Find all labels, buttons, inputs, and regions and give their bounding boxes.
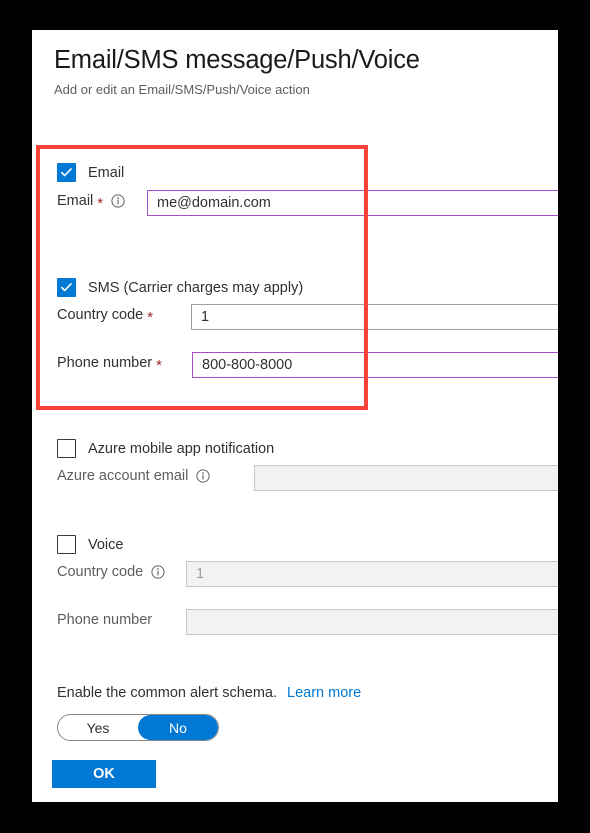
sms-checkbox-label: SMS (Carrier charges may apply)	[88, 279, 304, 296]
email-input-value: me@domain.com	[157, 194, 271, 211]
voice-country-code-label-row: Country code	[57, 564, 165, 580]
action-blade-panel: Email/SMS message/Push/Voice Add or edit…	[32, 30, 558, 802]
info-icon[interactable]	[111, 194, 125, 208]
sms-country-code-label: Country code *	[57, 307, 154, 326]
sms-country-code-label-row: Country code *	[57, 307, 154, 326]
sms-checkbox[interactable]	[57, 278, 76, 297]
sms-phone-label: Phone number *	[57, 355, 162, 374]
screenshot-root: Email/SMS message/Push/Voice Add or edit…	[0, 0, 590, 833]
voice-country-code-input: 1	[186, 561, 558, 587]
azure-account-email-label: Azure account email	[57, 468, 210, 484]
ok-button[interactable]: OK	[52, 760, 156, 788]
voice-phone-input	[186, 609, 558, 635]
azure-account-email-label-row: Azure account email	[57, 468, 210, 484]
email-required-marker: *	[97, 194, 104, 212]
voice-phone-label-row: Phone number	[57, 612, 152, 628]
info-icon[interactable]	[196, 469, 210, 483]
sms-checkbox-row[interactable]: SMS (Carrier charges may apply)	[57, 278, 303, 297]
email-checkbox-label: Email	[88, 164, 125, 181]
toggle-option-no[interactable]: No	[138, 715, 218, 740]
learn-more-link[interactable]: Learn more	[287, 685, 361, 701]
action-form: Email Email * me@domain.com SMS (Carrier…	[32, 30, 558, 802]
email-field-label: Email *	[57, 193, 125, 212]
azure-account-email-label-text: Azure account email	[57, 468, 189, 484]
email-checkbox[interactable]	[57, 163, 76, 182]
voice-country-code-label-text: Country code	[57, 564, 144, 580]
azure-account-email-input	[254, 465, 558, 491]
voice-checkbox-row[interactable]: Voice	[57, 535, 123, 554]
push-checkbox-label: Azure mobile app notification	[88, 440, 275, 457]
push-checkbox-row[interactable]: Azure mobile app notification	[57, 439, 274, 458]
sms-phone-input[interactable]: 800-800-8000	[192, 352, 558, 378]
voice-phone-label: Phone number	[57, 612, 153, 628]
sms-phone-label-row: Phone number *	[57, 355, 162, 374]
email-field-label-row: Email *	[57, 193, 125, 212]
common-alert-schema-text: Enable the common alert schema.	[57, 685, 278, 701]
email-field-label-text: Email	[57, 193, 94, 209]
sms-phone-required-marker: *	[156, 356, 162, 374]
sms-phone-value: 800-800-8000	[202, 356, 293, 373]
voice-checkbox[interactable]	[57, 535, 76, 554]
voice-checkbox-label: Voice	[88, 536, 124, 553]
sms-phone-label-text: Phone number	[57, 355, 153, 371]
sms-country-code-required-marker: *	[147, 308, 154, 326]
common-alert-schema-toggle[interactable]: Yes No	[57, 714, 219, 741]
email-checkbox-row[interactable]: Email	[57, 163, 124, 182]
email-input[interactable]: me@domain.com	[147, 190, 558, 216]
common-alert-schema-row: Enable the common alert schema. Learn mo…	[57, 685, 361, 701]
voice-country-code-label: Country code	[57, 564, 165, 580]
azure-mobile-app-checkbox[interactable]	[57, 439, 76, 458]
sms-country-code-value: 1	[201, 308, 210, 325]
sms-country-code-label-text: Country code	[57, 307, 144, 323]
sms-country-code-input[interactable]: 1	[191, 304, 558, 330]
info-icon[interactable]	[151, 565, 165, 579]
voice-country-code-placeholder: 1	[196, 565, 205, 582]
toggle-option-yes[interactable]: Yes	[58, 715, 138, 740]
